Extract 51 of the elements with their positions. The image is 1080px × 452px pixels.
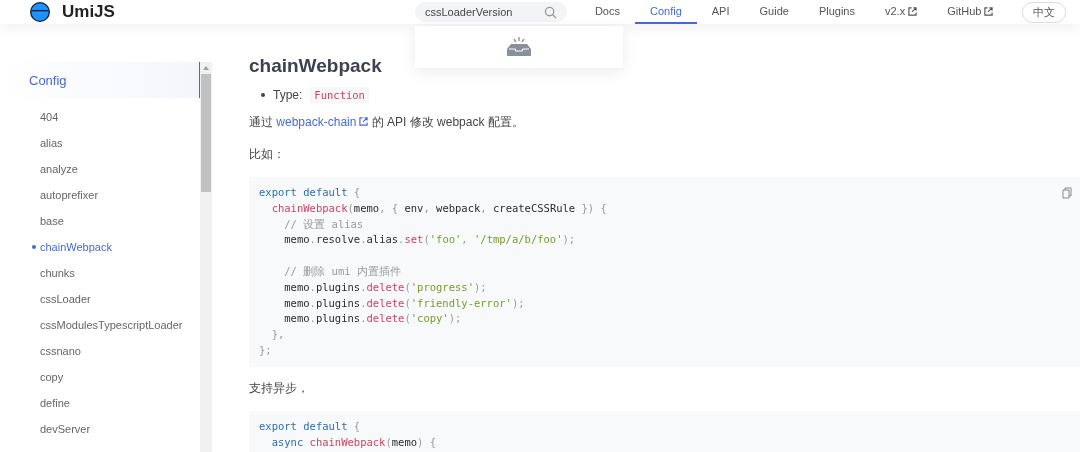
sidebar-item[interactable]: chainWebpack bbox=[0, 234, 200, 260]
nav-tab[interactable]: Plugins bbox=[803, 0, 870, 24]
type-label: Type: bbox=[273, 88, 303, 102]
page-title: chainWebpack bbox=[249, 55, 383, 77]
nav-tab[interactable]: Docs bbox=[579, 0, 635, 24]
code-line: memo.plugins.delete('copy'); bbox=[283, 311, 462, 327]
sidebar-item[interactable]: cssModulesTypescriptLoader bbox=[0, 312, 200, 338]
code-line: // 设置 alias bbox=[283, 216, 364, 232]
example-label: 比如： bbox=[249, 146, 286, 163]
sidebar-item[interactable]: chunks bbox=[0, 260, 200, 286]
sidebar-item[interactable]: devServer bbox=[0, 416, 200, 442]
sidebar-item[interactable]: copy bbox=[0, 364, 200, 390]
code-line: export default { bbox=[259, 185, 361, 200]
code-line: export default { bbox=[259, 418, 361, 434]
webpack-chain-link[interactable]: webpack-chain bbox=[276, 115, 369, 129]
nav-tab[interactable]: v2.x bbox=[869, 0, 933, 24]
sidebar-item[interactable]: cssnano bbox=[0, 338, 200, 364]
logo-icon bbox=[30, 2, 50, 22]
code-line: // 删除 umi 内置插件 bbox=[283, 264, 401, 279]
code-line: }, bbox=[270, 327, 285, 343]
type-value: Function bbox=[310, 87, 369, 103]
empty-inbox-icon bbox=[505, 37, 532, 57]
code-line: async chainWebpack(memo) { bbox=[270, 434, 437, 450]
active-dot bbox=[32, 245, 36, 249]
code-line: memo.resolve.alias.set('foo', '/tmp/a/b/foo'); bbox=[283, 232, 576, 248]
intro-text: 通过 webpack-chain 的 API 修改 webpack 配置。 bbox=[249, 114, 525, 131]
code-line: chainWebpack(memo, { env, webpack, createCSSRule }) { bbox=[270, 200, 607, 216]
bullet-dot bbox=[261, 93, 265, 97]
sidebar-item[interactable]: autoprefixer bbox=[0, 182, 200, 208]
search-icon bbox=[543, 5, 557, 19]
code-line: }; bbox=[259, 342, 272, 358]
sidebar-item[interactable]: define bbox=[0, 390, 200, 416]
sidebar-item[interactable]: analyze bbox=[0, 156, 200, 182]
nav-tab[interactable]: API bbox=[696, 0, 745, 24]
nav-tab[interactable]: GitHub bbox=[932, 0, 1009, 24]
copy-icon[interactable] bbox=[1062, 187, 1072, 199]
nav-tab[interactable]: Config bbox=[635, 0, 697, 24]
scroll-up-icon[interactable] bbox=[202, 65, 210, 71]
logo-text[interactable]: UmiJS bbox=[62, 2, 115, 22]
scrollbar-thumb[interactable] bbox=[201, 74, 211, 192]
scrollbar[interactable] bbox=[200, 62, 212, 452]
nav-tab[interactable]: Guide bbox=[744, 0, 804, 24]
external-link-icon bbox=[359, 117, 369, 126]
code-line: memo.plugins.delete('friendly-error'); bbox=[283, 295, 525, 311]
async-label: 支持异步， bbox=[249, 379, 310, 397]
code-line: memo.plugins.delete('progress'); bbox=[283, 279, 487, 295]
sidebar-item[interactable]: base bbox=[0, 208, 200, 234]
sidebar-item[interactable]: cssLoader bbox=[0, 286, 200, 312]
sidebar-item[interactable]: 404 bbox=[0, 104, 200, 130]
sidebar-item[interactable]: alias bbox=[0, 130, 200, 156]
language-button[interactable]: 中文 bbox=[1022, 1, 1067, 23]
